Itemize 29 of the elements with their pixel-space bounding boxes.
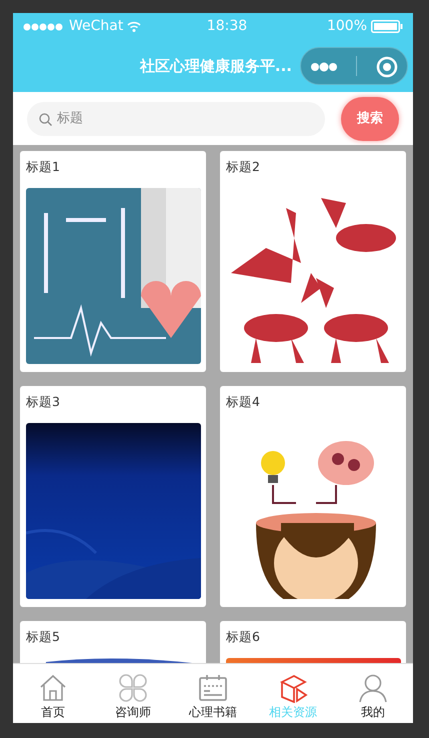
card-title: 标题1 [26, 159, 61, 175]
card-title: 标题4 [226, 394, 261, 410]
more-icon [310, 62, 338, 72]
search-icon [39, 112, 52, 126]
cube-icon [278, 673, 308, 703]
card-title: 标题3 [26, 394, 61, 410]
page-title: 社区心理健康服务平... [140, 56, 292, 77]
carrier-name: WeChat [69, 17, 124, 36]
resource-card[interactable]: 标题3 [20, 386, 206, 607]
resource-card[interactable]: 标题2 [220, 151, 406, 372]
signal-icon [23, 22, 65, 30]
search-field[interactable]: 标题 [27, 102, 325, 136]
card-title: 标题6 [226, 629, 261, 645]
resource-card[interactable]: 标题1 [20, 151, 206, 372]
card-title: 标题2 [226, 159, 261, 175]
home-icon [38, 673, 68, 703]
resource-card[interactable]: 标题6 [220, 621, 406, 663]
close-button[interactable] [376, 54, 398, 78]
resource-card[interactable]: 标题5 [20, 621, 206, 663]
person-icon [358, 673, 388, 703]
card-title: 标题5 [26, 629, 61, 645]
clock: 18:38 [206, 18, 248, 34]
calendar-icon [198, 673, 228, 703]
battery-percent: 100% [326, 17, 367, 36]
wifi-icon [127, 21, 142, 32]
clover-icon [118, 673, 148, 703]
battery-icon [371, 20, 403, 33]
target-icon [376, 56, 398, 78]
resource-card[interactable]: 标题4 [220, 386, 406, 607]
